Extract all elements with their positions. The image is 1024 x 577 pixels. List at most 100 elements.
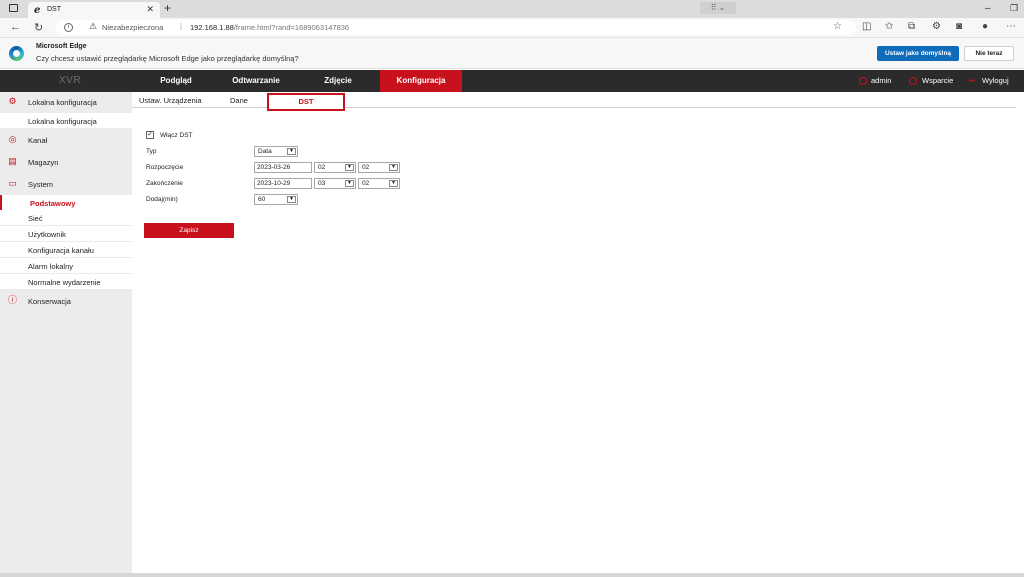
- edge-logo-icon: [9, 46, 24, 61]
- sidebar-item-label: Lokalna konfiguracja: [28, 98, 97, 107]
- user-icon: [859, 77, 867, 85]
- sidebar-subitem-local-alarm[interactable]: Alarm lokalny: [0, 258, 132, 273]
- start-minute-select[interactable]: 02 ▼: [358, 162, 400, 173]
- sidebar-subitem-basic[interactable]: Podstawowy: [0, 195, 132, 210]
- chevron-down-icon: ▼: [389, 164, 398, 171]
- gear-icon: ⚙: [8, 96, 17, 106]
- url-host: 192.168.1.88: [190, 23, 234, 32]
- sidebar-subitem-user[interactable]: Użytkownik: [0, 226, 132, 241]
- end-label: Zakończenie: [146, 180, 183, 187]
- type-row: Typ Data ▼: [146, 146, 316, 159]
- browser-essentials-icon[interactable]: ◙: [956, 21, 962, 32]
- tab-dst[interactable]: DST: [267, 93, 345, 111]
- menu-snapshot[interactable]: Zdjęcie: [302, 70, 374, 92]
- sidebar-item-label: Kanał: [28, 136, 48, 145]
- sidebar-item-label: Konserwacja: [28, 297, 71, 306]
- address-bar: ← ↻ i ⚠ Niezabezpieczona | 192.168.1.88/…: [0, 18, 1024, 38]
- chevron-down-icon: ▼: [287, 148, 296, 155]
- browser-tab-title: DST: [47, 6, 61, 13]
- minimize-icon[interactable]: –: [985, 3, 991, 14]
- refresh-icon[interactable]: ↻: [34, 21, 43, 34]
- type-label: Typ: [146, 148, 157, 155]
- url-field[interactable]: i ⚠ Niezabezpieczona | 192.168.1.88/fram…: [56, 20, 856, 35]
- tab-search-icon[interactable]: ⠿ ⌄: [700, 2, 736, 14]
- security-label: Niezabezpieczona: [102, 23, 164, 32]
- end-hour-value: 03: [318, 180, 326, 187]
- support-icon: [909, 77, 917, 85]
- collections-icon[interactable]: ⧉: [908, 21, 915, 32]
- save-button[interactable]: Zapisz: [144, 223, 234, 238]
- back-icon[interactable]: ←: [10, 21, 21, 33]
- start-hour-value: 02: [318, 164, 326, 171]
- profile-avatar-icon[interactable]: ●: [982, 21, 988, 32]
- restore-icon[interactable]: ❐: [1010, 3, 1018, 14]
- sidebar-item-system[interactable]: ▭ System: [0, 174, 132, 194]
- url-text: 192.168.1.88/frame.html?rand=16890631478…: [190, 23, 349, 32]
- sidebar-item-local-config[interactable]: ⚙ Lokalna konfiguracja: [0, 92, 132, 112]
- sidebar-item-storage[interactable]: ▤ Magazyn: [0, 152, 132, 172]
- type-select[interactable]: Data ▼: [254, 146, 298, 157]
- menu-preview[interactable]: Podgląd: [140, 70, 212, 92]
- close-tab-icon[interactable]: ✕: [146, 4, 154, 15]
- extensions-icon[interactable]: ⚙: [932, 21, 941, 32]
- menu-configuration[interactable]: Konfiguracja: [380, 70, 462, 92]
- sidebar-item-channel[interactable]: ◎ Kanał: [0, 130, 132, 150]
- logout-link[interactable]: Wyloguj: [982, 76, 1009, 85]
- new-tab-icon[interactable]: +: [164, 1, 171, 15]
- warning-icon: ⚠: [89, 21, 98, 31]
- favorite-star-icon[interactable]: ☆: [833, 21, 842, 32]
- end-minute-value: 02: [362, 180, 370, 187]
- xvr-brand: XVR: [59, 75, 82, 86]
- site-info-icon[interactable]: i: [64, 23, 73, 32]
- start-hour-select[interactable]: 02 ▼: [314, 162, 356, 173]
- xvr-top-nav: XVR Podgląd Odtwarzanie Zdjęcie Konfigur…: [0, 70, 1024, 92]
- logout-icon: ⇥: [968, 76, 975, 85]
- not-now-button[interactable]: Nie teraz: [964, 46, 1014, 61]
- ie-favicon-icon: e: [34, 5, 41, 16]
- start-row: Rozpoczęcie 2023-03-26 02 ▼ 02 ▼: [146, 162, 406, 175]
- browser-tab-strip: e DST ✕ + ⠿ ⌄ – ❐: [0, 0, 1024, 18]
- url-separator: |: [180, 22, 183, 31]
- start-label: Rozpoczęcie: [146, 164, 184, 171]
- start-date-input[interactable]: 2023-03-26: [254, 162, 312, 173]
- sidebar-subitem-label: Konfiguracja kanału: [28, 246, 94, 255]
- menu-playback[interactable]: Odtwarzanie: [218, 70, 294, 92]
- chevron-down-icon: ▼: [345, 164, 354, 171]
- edge-default-prompt: Microsoft Edge Czy chcesz ustawić przegl…: [0, 38, 1024, 69]
- end-date-input[interactable]: 2023-10-29: [254, 178, 312, 189]
- split-screen-icon[interactable]: ◫: [862, 21, 871, 32]
- sidebar-subitem-channel-config[interactable]: Konfiguracja kanału: [0, 242, 132, 257]
- chevron-down-icon: ▼: [287, 196, 296, 203]
- enable-dst-checkbox[interactable]: ✓: [146, 131, 154, 139]
- sidebar-item-maintenance[interactable]: ⓘ Konserwacja: [0, 291, 132, 311]
- enable-dst-label: Włącz DST: [160, 132, 193, 139]
- sidebar-subitem-network[interactable]: Sieć: [0, 210, 132, 225]
- end-minute-select[interactable]: 02 ▼: [358, 178, 400, 189]
- edge-prompt-message: Czy chcesz ustawić przeglądarkę Microsof…: [36, 54, 299, 63]
- set-default-button[interactable]: Ustaw jako domyślną: [877, 46, 959, 61]
- sidebar-subitem-normal-event[interactable]: Normalne wydarzenie: [0, 274, 132, 289]
- end-hour-select[interactable]: 03 ▼: [314, 178, 356, 189]
- favorites-icon[interactable]: ✩: [885, 21, 893, 32]
- chevron-down-icon: ▼: [389, 180, 398, 187]
- enable-dst-row: ✓ Włącz DST: [146, 130, 266, 143]
- offset-label: Dodaj(min): [146, 196, 178, 203]
- user-name[interactable]: admin: [871, 76, 891, 85]
- tab-actions-icon[interactable]: [9, 4, 18, 12]
- offset-select[interactable]: 60 ▼: [254, 194, 298, 205]
- tab-date[interactable]: Dane: [230, 96, 248, 105]
- camera-icon: ◎: [8, 134, 17, 144]
- info-icon: ⓘ: [8, 295, 18, 305]
- url-path: /frame.html?rand=1689063147836: [233, 23, 350, 32]
- sidebar-subitem-label: Sieć: [28, 214, 43, 223]
- dst-config-panel: Ustaw. Urządzenia Dane DST ✓ Włącz DST T…: [132, 92, 1024, 577]
- type-select-value: Data: [258, 148, 272, 155]
- offset-row: Dodaj(min) 60 ▼: [146, 194, 316, 207]
- support-link[interactable]: Wsparcie: [922, 76, 953, 85]
- browser-tab[interactable]: e DST ✕: [28, 2, 160, 18]
- config-subtabs: Ustaw. Urządzenia Dane DST: [132, 92, 1016, 111]
- offset-select-value: 60: [258, 196, 266, 203]
- more-options-icon[interactable]: ⋯: [1006, 21, 1016, 32]
- tab-device-settings[interactable]: Ustaw. Urządzenia: [139, 96, 202, 105]
- sidebar-subitem-local-config[interactable]: Lokalna konfiguracja: [0, 113, 132, 128]
